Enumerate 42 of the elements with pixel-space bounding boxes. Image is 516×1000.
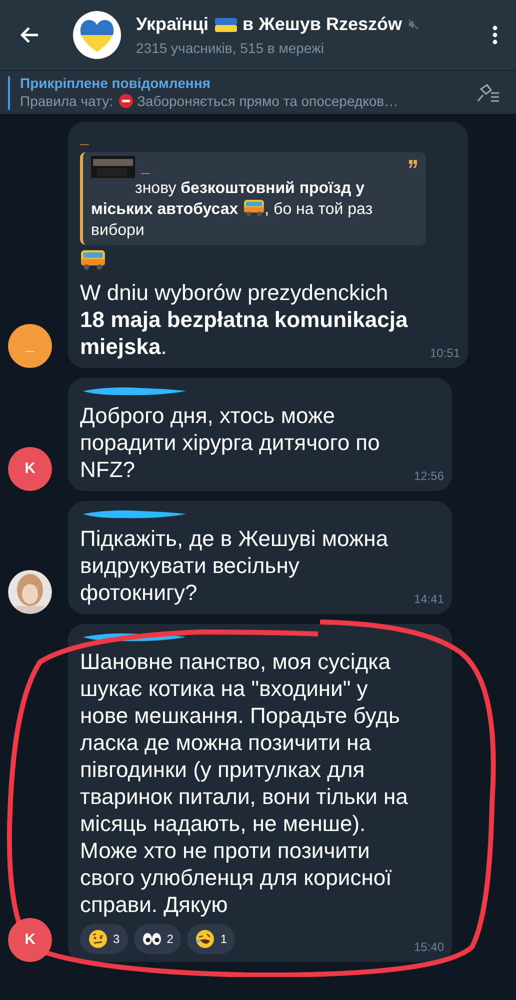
bus-icon [242, 199, 265, 217]
sender-name[interactable]: _ [80, 128, 426, 150]
avatar[interactable]: K [8, 918, 52, 962]
heart-logo-icon[interactable] [72, 10, 122, 60]
pinned-text: Забороняється прямо та опосередков… [136, 92, 398, 110]
message-text: Шановне панство, моя сусідка шукає котика на "входини" у нове мешкання. Порадьте будь ласка де можна позичити на півгодинки (у притулках для тваринок питали, вони тільки на місяць надають, не менше). Може хто не проти позичити свого улюбленця для корисної справи. Дякую [80, 648, 409, 918]
no-entry-icon [118, 94, 133, 108]
reaction-chip[interactable]: 2 [134, 924, 182, 954]
pinned-list-icon[interactable] [476, 82, 500, 102]
message-bubble[interactable] [68, 624, 452, 962]
message-text: Доброго дня, хтось може порадити хірурга дитячого по NFZ? [80, 402, 381, 483]
quote-author: _ [141, 158, 150, 178]
message-bubble[interactable]: Підкажіть, де в Жешуві можна видрукувати весільну фотокнигу? 14:41 [68, 501, 452, 614]
more-options-icon[interactable] [492, 25, 498, 45]
pinned-label: Правила чату: [20, 92, 113, 110]
member-count: 2315 учасників, 515 в мережі [136, 39, 325, 58]
pinned-message-bar[interactable]: Прикріплене повідомлення Правила чату: Забороняється прямо та опосередков… [0, 70, 516, 114]
reaction-count: 3 [113, 931, 120, 948]
raised-eyebrow-face-icon [88, 929, 108, 949]
reaction-count: 2 [166, 931, 174, 948]
message-text: Підкажіть, де в Жешуві можна видрукувати весільну фотокнигу? [80, 525, 390, 606]
eyes-icon [142, 932, 162, 946]
avatar[interactable]: K [8, 447, 52, 491]
message-bubble[interactable]: _ _ знову безкоштовний проїзд у міських автобусах , бо на той раз вибори W dniu wyborów prezydenckich 18 maja bezpłatna komunikacja miejska. 10:51 [68, 122, 468, 368]
chat-title: в Жешув Rzeszów [242, 13, 402, 36]
pinned-title: Прикріплене повідомлення [20, 75, 212, 92]
quote-icon [408, 160, 418, 168]
message-time: 15:40 [414, 939, 444, 956]
reaction-count: 1 [220, 931, 228, 948]
ukraine-flag-icon [214, 18, 237, 32]
message-bubble[interactable]: Доброго дня, хтось може порадити хірурга дитячого по NFZ? 12:56 [68, 378, 452, 491]
message-text: W dniu wyborów prezydenckich 18 maja bezpłatna komunikacja miejska. [80, 279, 409, 360]
laughing-face-icon [195, 929, 216, 949]
chat-title: Українці [136, 13, 209, 36]
message-time: 12:56 [414, 468, 444, 485]
quoted-message[interactable]: _ знову безкоштовний проїзд у міських автобусах , бо на той раз вибори [80, 152, 426, 245]
bus-icon [80, 249, 106, 271]
reaction-chip[interactable]: 1 [187, 924, 236, 954]
reaction-chip[interactable]: 3 [80, 924, 128, 954]
quote-text: знову безкоштовний проїзд у міських автобусах , бо на той раз вибори [91, 179, 374, 241]
message-time: 14:41 [414, 591, 444, 608]
message-time: 10:51 [430, 345, 460, 362]
